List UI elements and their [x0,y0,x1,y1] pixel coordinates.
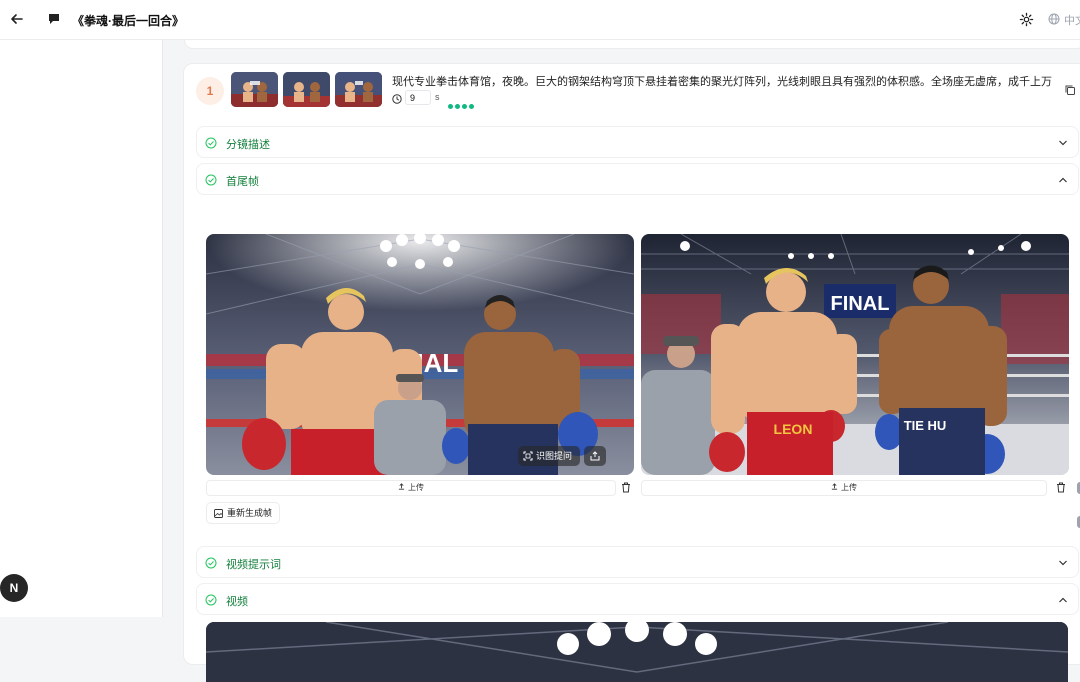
shorts-left-text: LEON [774,421,813,437]
scene-thumbnail[interactable] [335,72,382,107]
scene-thumbnail[interactable] [283,72,330,107]
upload-label: 上传 [408,483,424,492]
status-dot [448,104,453,109]
delete-icon[interactable] [1056,482,1066,493]
section-video-prompt[interactable]: 视频提示词 [196,546,1079,578]
status-dot [455,104,460,109]
chevron-down-icon [1059,140,1067,146]
upload-label: 上传 [841,483,857,492]
scene-thumbnail[interactable] [231,72,278,107]
avatar[interactable]: N [0,574,28,602]
language-label[interactable]: 中文 [1064,12,1080,28]
scene-card: 1 现代专业拳击体育馆，夜晚。巨大的钢架结构穹顶下悬挂着密集的聚光灯阵列，光线刺… [183,63,1080,682]
scene-number-badge: 1 [196,77,224,105]
check-circle-icon [205,594,217,606]
final-banner-text: FINAL [831,293,890,315]
status-dot [462,104,467,109]
top-bar: 《拳魂·最后一回合》 中文 [0,0,1080,40]
previous-scene-card [184,40,1080,49]
chat-bubble-icon [49,14,59,24]
share-button[interactable] [584,446,606,466]
upload-last-frame-button[interactable]: 上传 [641,480,1047,496]
arrow-left-icon[interactable] [8,10,26,28]
upload-icon [398,483,405,490]
image-query-button[interactable]: 识图提问 [518,446,580,466]
section-label: 视频 [226,596,248,608]
delete-icon[interactable] [621,482,631,493]
share-icon [590,451,600,461]
duration-unit: s [435,92,440,102]
upload-first-frame-button[interactable]: 上传 [206,480,616,496]
shorts-right-text: TIE HU [904,418,947,433]
chevron-up-icon [1059,177,1067,183]
scan-icon [523,451,533,461]
image-query-label: 识图提问 [536,451,573,461]
last-frame-image[interactable]: FINAL LEON TIE HU [641,234,1069,475]
regenerate-frames-button[interactable]: 重新生成帧 [206,502,280,524]
check-circle-icon [205,137,217,149]
upload-icon [831,483,838,490]
first-frame-image[interactable]: FINAL [206,234,634,475]
copy-icon[interactable] [1064,84,1076,96]
section-label: 首尾帧 [226,176,259,188]
chevron-down-icon [1059,560,1067,566]
section-label: 视频提示词 [226,559,281,571]
check-circle-icon [205,557,217,569]
section-first-last-frames[interactable]: 首尾帧 [196,163,1079,195]
page-title: 《拳魂·最后一回合》 [72,14,184,28]
globe-icon[interactable] [1048,13,1060,25]
section-label: 分镜描述 [226,139,270,151]
regenerate-label: 重新生成帧 [227,508,273,518]
status-dot [469,104,474,109]
gear-icon[interactable] [1019,12,1034,27]
section-video[interactable]: 视频 [196,583,1079,615]
clock-icon [392,94,402,104]
chevron-up-icon [1059,597,1067,603]
image-icon [214,509,223,518]
main-content: 1 现代专业拳击体育馆，夜晚。巨大的钢架结构穹顶下悬挂着密集的聚光灯阵列，光线刺… [162,40,1080,682]
duration-input[interactable] [405,90,431,105]
left-sidebar [0,40,163,617]
check-circle-icon [205,174,217,186]
video-player[interactable] [206,622,1068,682]
section-storyboard-description[interactable]: 分镜描述 [196,126,1079,158]
scene-description: 现代专业拳击体育馆，夜晚。巨大的钢架结构穹顶下悬挂着密集的聚光灯阵列，光线刺眼且… [392,76,1052,88]
status-dots [448,96,476,114]
